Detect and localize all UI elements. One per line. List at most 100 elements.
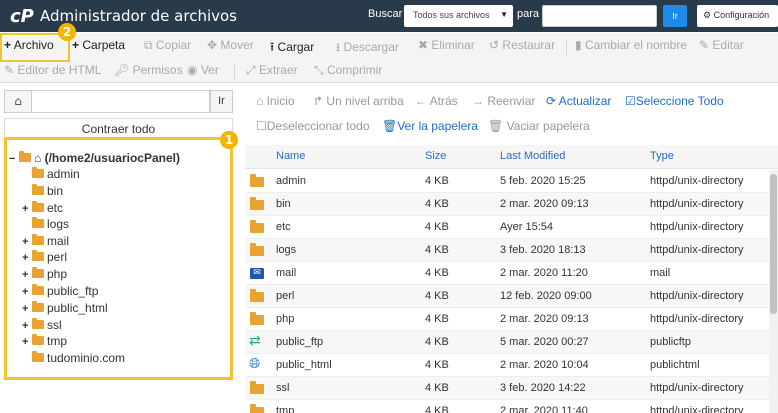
delete-button[interactable]: ✖ Eliminar bbox=[418, 38, 475, 52]
path-input[interactable] bbox=[32, 90, 210, 113]
cell-type: publichtml bbox=[650, 359, 700, 371]
rename-button[interactable]: ▮ Cambiar el nombre bbox=[575, 38, 687, 52]
cell-size: 4 KB bbox=[425, 336, 449, 348]
cell-type: httpd/unix-directory bbox=[650, 290, 744, 302]
view-trash-button[interactable]: 🗑︎Ver la papelera bbox=[382, 119, 478, 133]
cell-size: 4 KB bbox=[425, 359, 449, 371]
column-header-name[interactable]: Name bbox=[276, 150, 305, 162]
search-input[interactable] bbox=[542, 5, 657, 27]
cell-name: bin bbox=[276, 198, 291, 210]
plus-icon[interactable]: + bbox=[22, 201, 32, 217]
cell-name: mail bbox=[276, 267, 297, 279]
scrollbar-thumb[interactable] bbox=[770, 174, 777, 314]
scrollbar[interactable] bbox=[769, 170, 778, 413]
tree-item-ssl[interactable]: + ssl bbox=[22, 317, 62, 333]
cell-type: mail bbox=[650, 267, 671, 279]
column-header-modified[interactable]: Last Modified bbox=[500, 150, 565, 162]
select-all-button[interactable]: ☑Seleccione Todo bbox=[625, 94, 724, 108]
home-icon[interactable]: ⌂ bbox=[4, 90, 32, 113]
column-header-type[interactable]: Type bbox=[650, 150, 674, 162]
table-row[interactable]: 🌐︎ public_html 4 KB 2 mar. 2020 10:04 public… bbox=[245, 354, 769, 377]
tree-item-public-html[interactable]: + public_html bbox=[22, 300, 108, 316]
cell-name: etc bbox=[276, 221, 291, 233]
folder-icon bbox=[32, 334, 44, 346]
copy-button[interactable]: ⧉ Copiar bbox=[144, 38, 191, 53]
cell-size: 4 KB bbox=[425, 405, 449, 413]
table-row[interactable]: ssl 4 KB 3 feb. 2020 14:22 httpd/unix-direc… bbox=[245, 377, 769, 400]
tree-item-public-ftp[interactable]: + public_ftp bbox=[22, 283, 98, 299]
table-row[interactable]: perl 4 KB 12 feb. 2020 09:00 httpd/unix-dir… bbox=[245, 285, 769, 308]
folder-icon bbox=[32, 201, 44, 213]
table-row[interactable]: php 4 KB 2 mar. 2020 09:13 httpd/unix-direc… bbox=[245, 308, 769, 331]
caret-down-icon: ▼ bbox=[500, 10, 508, 19]
folder-icon bbox=[32, 217, 44, 229]
tree-root[interactable]: − ⌂ (/home2/usuariocPanel) bbox=[9, 150, 180, 166]
table-row[interactable]: etc 4 KB Ayer 15:54 httpd/unix-directory bbox=[245, 216, 769, 239]
search-go-button[interactable]: Ir bbox=[663, 5, 687, 27]
step-badge-1: 1 bbox=[220, 131, 238, 149]
table-row[interactable]: admin 4 KB 5 feb. 2020 15:25 httpd/unix-dir… bbox=[245, 170, 769, 193]
upload-button[interactable]: ⭱ Cargar bbox=[270, 38, 314, 59]
permissions-button[interactable]: 🔑︎ Permisos bbox=[114, 63, 183, 77]
path-go-button[interactable]: Ir bbox=[210, 90, 233, 113]
plus-icon[interactable]: + bbox=[22, 250, 32, 266]
download-button[interactable]: ⭳ Descargar bbox=[336, 38, 399, 59]
table-row[interactable]: logs 4 KB 3 feb. 2020 18:13 httpd/unix-dire… bbox=[245, 239, 769, 262]
plus-icon[interactable]: + bbox=[22, 318, 32, 334]
cell-name: admin bbox=[276, 175, 306, 187]
nav-forward-button[interactable]: → Reenviar bbox=[472, 94, 535, 108]
app-title: Administrador de archivos bbox=[40, 7, 237, 25]
plus-icon[interactable]: + bbox=[22, 284, 32, 300]
table-row[interactable]: tmp 4 KB 2 mar. 2020 11:40 httpd/unix-direc… bbox=[245, 400, 769, 413]
nav-home-button[interactable]: ⌂ Inicio bbox=[256, 94, 295, 108]
folder-icon bbox=[250, 289, 264, 302]
plus-icon[interactable]: + bbox=[22, 334, 32, 350]
nav-back-button[interactable]: ← Atrás bbox=[415, 94, 458, 108]
tree-item-admin[interactable]: admin bbox=[22, 166, 80, 182]
cell-type: httpd/unix-directory bbox=[650, 382, 744, 394]
home-icon: ⌂ bbox=[34, 151, 42, 165]
tree-item-mail[interactable]: + mail bbox=[22, 233, 69, 249]
toolbar-separator bbox=[234, 64, 235, 80]
tree-item-tudominio[interactable]: tudominio.com bbox=[22, 350, 125, 366]
cell-size: 4 KB bbox=[425, 198, 449, 210]
plus-icon[interactable]: + bbox=[22, 301, 32, 317]
restore-button[interactable]: ↺ Restaurar bbox=[489, 38, 555, 52]
tree-item-etc[interactable]: + etc bbox=[22, 200, 63, 216]
folder-icon bbox=[32, 351, 44, 363]
extract-button[interactable]: ⤢ Extraer bbox=[246, 63, 298, 78]
move-button[interactable]: ✥ Mover bbox=[207, 38, 254, 52]
reload-button[interactable]: ⟳ Actualizar bbox=[546, 94, 611, 108]
folder-icon bbox=[250, 381, 264, 394]
folder-icon bbox=[32, 184, 44, 196]
cell-modified: 2 mar. 2020 11:40 bbox=[500, 405, 588, 413]
settings-button[interactable]: ⚙ Configuración bbox=[697, 5, 778, 27]
toolbar-separator bbox=[566, 39, 567, 55]
plus-icon[interactable]: + bbox=[22, 234, 32, 250]
cell-name: logs bbox=[276, 244, 297, 256]
html-editor-button[interactable]: ✎ Editor de HTML bbox=[4, 63, 101, 77]
view-button[interactable]: ◉ Ver bbox=[187, 63, 219, 77]
table-row[interactable]: ✉ mail 4 KB 2 mar. 2020 11:20 mail bbox=[245, 262, 769, 285]
new-folder-button[interactable]: + Carpeta bbox=[72, 38, 125, 52]
plus-icon[interactable]: + bbox=[22, 267, 32, 283]
cpanel-logo[interactable]: cP bbox=[10, 6, 34, 27]
tree-item-php[interactable]: + php bbox=[22, 266, 67, 282]
cell-size: 4 KB bbox=[425, 221, 449, 233]
deselect-all-button[interactable]: ☐Deseleccionar todo bbox=[256, 119, 370, 133]
envelope-icon: ✉ bbox=[250, 268, 264, 279]
tree-item-tmp[interactable]: + tmp bbox=[22, 333, 67, 349]
compress-button[interactable]: ⤡ Comprimir bbox=[314, 63, 382, 78]
nav-up-button[interactable]: ↱ Un nivel arriba bbox=[313, 94, 404, 108]
edit-button[interactable]: ✎ Editar bbox=[699, 38, 744, 52]
tree-item-logs[interactable]: logs bbox=[22, 216, 69, 232]
table-row[interactable]: ⇄ public_ftp 4 KB 5 mar. 2020 00:27 publicft… bbox=[245, 331, 769, 354]
search-scope-select[interactable]: Todos sus archivos ▼ bbox=[404, 5, 513, 27]
tree-item-bin[interactable]: bin bbox=[22, 183, 63, 199]
table-row[interactable]: bin 4 KB 2 mar. 2020 09:13 httpd/unix-direc… bbox=[245, 193, 769, 216]
empty-trash-button[interactable]: 🗑︎ Vaciar papelera bbox=[488, 119, 590, 133]
minus-icon: − bbox=[9, 153, 16, 165]
refresh-icon: ⟳ bbox=[546, 94, 557, 108]
tree-item-perl[interactable]: + perl bbox=[22, 249, 67, 265]
column-header-size[interactable]: Size bbox=[425, 150, 446, 162]
